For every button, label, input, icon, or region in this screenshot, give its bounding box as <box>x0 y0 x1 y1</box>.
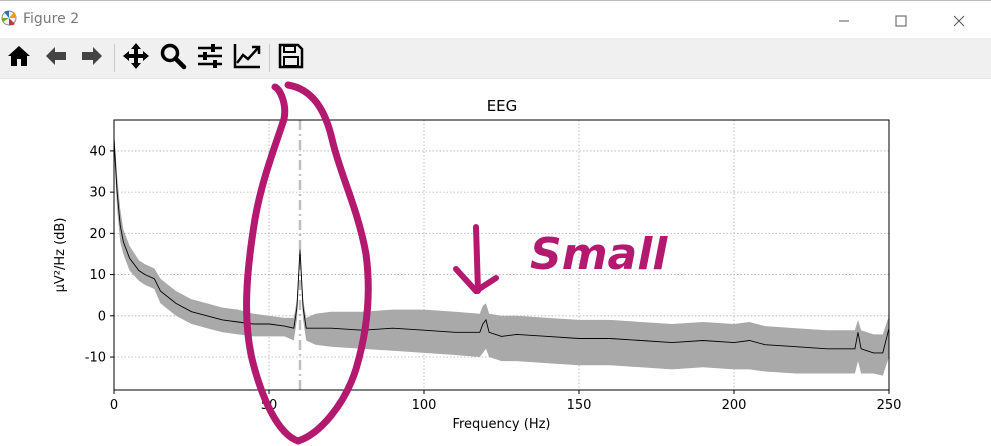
zoom-button[interactable] <box>157 42 189 74</box>
x-tick-label: 0 <box>110 398 118 413</box>
annotation-down-arrow <box>453 224 499 294</box>
chart-title: EEG <box>487 97 518 115</box>
matplotlib-app-icon <box>0 9 20 29</box>
toolbar-separator <box>114 44 115 72</box>
eeg-plot[interactable]: EEG 0 50 100 150 200 250-10010203040 µV²/Hz (… <box>0 79 991 446</box>
x-tick-label: 100 <box>412 398 437 413</box>
back-button[interactable] <box>40 42 72 74</box>
y-axis-label: µV²/Hz (dB) <box>53 218 68 293</box>
floppy-disk-icon <box>278 43 304 73</box>
y-tick-label: -10 <box>85 351 106 366</box>
arrow-right-icon <box>79 43 105 73</box>
arrow-left-icon <box>43 43 69 73</box>
close-icon <box>953 15 965 27</box>
toolbar-separator <box>269 44 270 72</box>
y-tick-label: 10 <box>89 268 106 283</box>
navigation-toolbar <box>0 38 991 79</box>
maximize-button[interactable] <box>872 2 930 39</box>
title-bar: Figure 2 <box>0 1 991 38</box>
close-button[interactable] <box>930 2 988 39</box>
window-title: Figure 2 <box>23 11 80 27</box>
x-tick-label: 200 <box>722 398 747 413</box>
handwritten-annotation: Small <box>243 81 668 445</box>
figure-canvas[interactable]: EEG 0 50 100 150 200 250 -10 0 10 20 30 40 µV²/Hz (… <box>0 79 991 446</box>
forward-button[interactable] <box>76 42 108 74</box>
magnifier-icon <box>159 42 187 74</box>
subplots-button[interactable] <box>194 42 226 74</box>
maximize-icon <box>895 15 907 27</box>
home-icon <box>6 43 32 73</box>
minimize-button[interactable] <box>815 2 873 39</box>
x-tick-label: 250 <box>877 398 902 413</box>
x-axis-label: Frequency (Hz) <box>452 417 550 432</box>
pan-button[interactable] <box>120 42 152 74</box>
edit-axes-button[interactable] <box>231 42 263 74</box>
x-tick-label: 150 <box>567 398 592 413</box>
minimize-icon <box>838 15 850 27</box>
y-tick-label: 20 <box>89 227 106 242</box>
y-tick-label: 40 <box>89 144 106 159</box>
save-button[interactable] <box>275 42 307 74</box>
move-icon <box>122 42 150 74</box>
annotation-handwritten-text: Small <box>530 229 668 280</box>
sliders-icon <box>196 42 224 74</box>
y-tick-label: 0 <box>98 309 106 324</box>
line-chart-icon <box>232 42 262 74</box>
psd-std-band <box>114 130 889 376</box>
y-tick-label: 30 <box>89 186 106 201</box>
annotation-ellipse <box>243 81 372 445</box>
home-button[interactable] <box>3 42 35 74</box>
